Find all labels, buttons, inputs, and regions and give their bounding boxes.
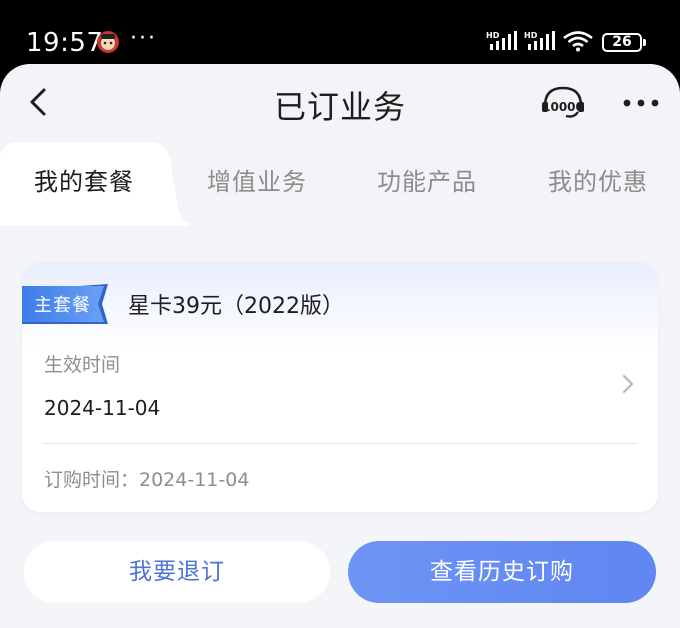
order-time: 订购时间：2024-11-04	[44, 469, 250, 491]
tab-my-discounts[interactable]: 我的优惠	[548, 162, 648, 197]
status-more-dots: ···	[130, 26, 157, 51]
status-bar: 19:57 ··· HD HD 26	[0, 0, 680, 66]
main-plan-badge-label: 主套餐	[34, 295, 91, 316]
card-divider	[42, 443, 638, 444]
signal-hd-label: HD	[486, 31, 500, 40]
more-options-icon[interactable]	[622, 98, 660, 108]
tab-my-plan[interactable]: 我的套餐	[34, 162, 134, 197]
cellular-signal-icon: HD	[486, 31, 517, 50]
plan-name: 星卡39元（2022版）	[128, 294, 344, 319]
battery-indicator: 26	[602, 33, 646, 52]
plan-card[interactable]: 主套餐 星卡39元（2022版） 生效时间 2024-11-04 订购时间：20…	[22, 262, 658, 512]
app-screen: 已订业务 10000 我的套餐 增值业务 功能产品 我的优惠 主套餐 星卡39元…	[0, 64, 680, 628]
signal-hd-label-2: HD	[524, 31, 538, 40]
tab-function-products[interactable]: 功能产品	[377, 162, 477, 197]
nav-bar: 已订业务 10000	[0, 64, 680, 140]
tab-value-added-services[interactable]: 增值业务	[207, 162, 307, 197]
unsubscribe-button[interactable]: 我要退订	[24, 541, 330, 603]
effective-time-label: 生效时间	[44, 354, 121, 376]
wifi-icon	[563, 31, 593, 52]
customer-service-icon[interactable]: 10000	[540, 86, 586, 122]
cellular-signal-2-icon: HD	[524, 31, 555, 50]
app-notification-icon	[97, 31, 119, 53]
chevron-right-icon[interactable]	[620, 373, 636, 395]
effective-date: 2024-11-04	[44, 396, 161, 420]
tab-bar: 我的套餐 增值业务 功能产品 我的优惠	[0, 142, 680, 226]
status-time: 19:57	[26, 28, 104, 58]
order-history-button[interactable]: 查看历史订购	[348, 541, 656, 603]
